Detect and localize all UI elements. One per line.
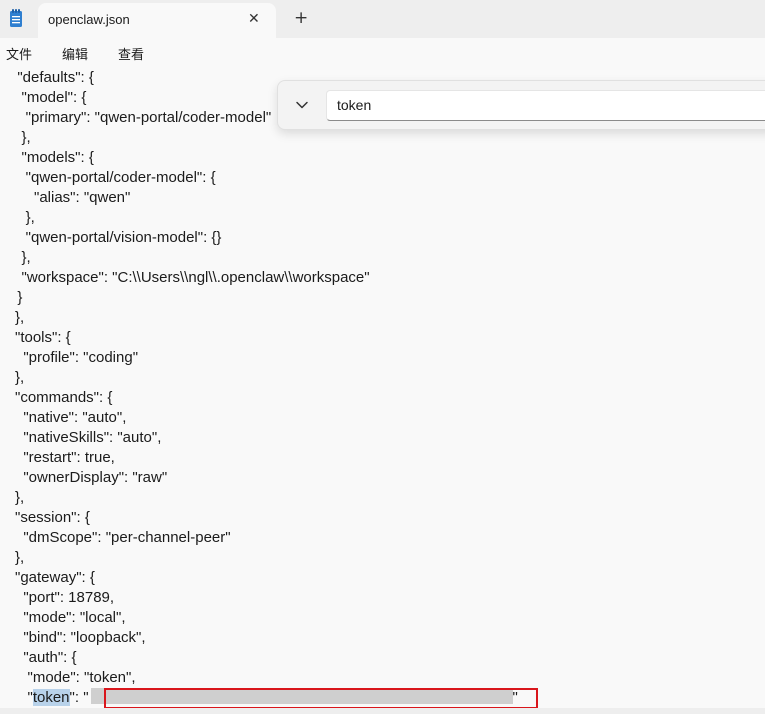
notepad-icon — [10, 9, 22, 27]
token-line-prefix: " — [15, 689, 33, 706]
find-panel: token — [277, 80, 765, 130]
code-line: "qwen-portal/vision-model": {} — [9, 229, 222, 246]
code-line: }, — [15, 369, 25, 386]
code-line: }, — [15, 549, 25, 566]
close-icon[interactable]: ✕ — [248, 11, 260, 27]
code-line: "bind": "loopback", — [15, 629, 146, 646]
code-line: "ownerDisplay": "raw" — [15, 469, 168, 486]
find-input-value: token — [337, 97, 372, 113]
menu-edit[interactable]: 编辑 — [62, 44, 88, 63]
tab-title: openclaw.json — [48, 12, 130, 27]
new-tab-plus-icon[interactable]: + — [294, 8, 308, 28]
code-line: "gateway": { — [15, 569, 95, 586]
find-input[interactable]: token — [326, 90, 765, 121]
code-line: "defaults": { — [9, 69, 94, 86]
code-line: "port": 18789, — [15, 589, 115, 606]
code-line: "qwen-portal/coder-model": { — [9, 169, 216, 186]
code-line: }, — [9, 209, 35, 226]
search-match-highlight: token — [32, 689, 70, 706]
code-line: "dmScope": "per-channel-peer" — [15, 529, 231, 546]
code-line: "profile": "coding" — [15, 349, 139, 366]
tab-bar: openclaw.json ✕ + — [0, 0, 765, 38]
status-bar — [0, 708, 765, 714]
code-line: }, — [15, 489, 25, 506]
code-line: "mode": "token", — [15, 669, 136, 686]
redaction-outline-box — [104, 688, 538, 709]
code-line: "workspace": "C:\\Users\\ngl\\.openclaw\… — [9, 269, 370, 286]
code-line: "native": "auto", — [15, 409, 127, 426]
code-line: "model": { — [9, 89, 87, 106]
code-line: "models": { — [9, 149, 94, 166]
code-line: }, — [15, 309, 25, 326]
code-line: "nativeSkills": "auto", — [15, 429, 162, 446]
menu-view[interactable]: 查看 — [118, 44, 144, 63]
tab-openclaw-json[interactable]: openclaw.json ✕ — [38, 3, 276, 38]
code-line: "commands": { — [15, 389, 113, 406]
code-line: "auth": { — [15, 649, 77, 666]
code-line: "alias": "qwen" — [9, 189, 131, 206]
chevron-down-icon[interactable] — [295, 98, 309, 112]
text-editor[interactable]: "defaults": { "model": { "primary": "qwe… — [0, 68, 765, 708]
code-line: } — [9, 289, 23, 306]
menu-bar: 文件 编辑 查看 — [0, 38, 765, 68]
code-line: }, — [9, 249, 31, 266]
code-line: "restart": true, — [15, 449, 115, 466]
code-line: }, — [9, 129, 31, 146]
code-line: "mode": "local", — [15, 609, 126, 626]
code-line: "session": { — [15, 509, 90, 526]
token-line-middle: ": " — [69, 689, 89, 706]
menu-file[interactable]: 文件 — [6, 44, 32, 63]
code-line: "tools": { — [15, 329, 71, 346]
code-line: "primary": "qwen-portal/coder-model" — [9, 109, 272, 126]
